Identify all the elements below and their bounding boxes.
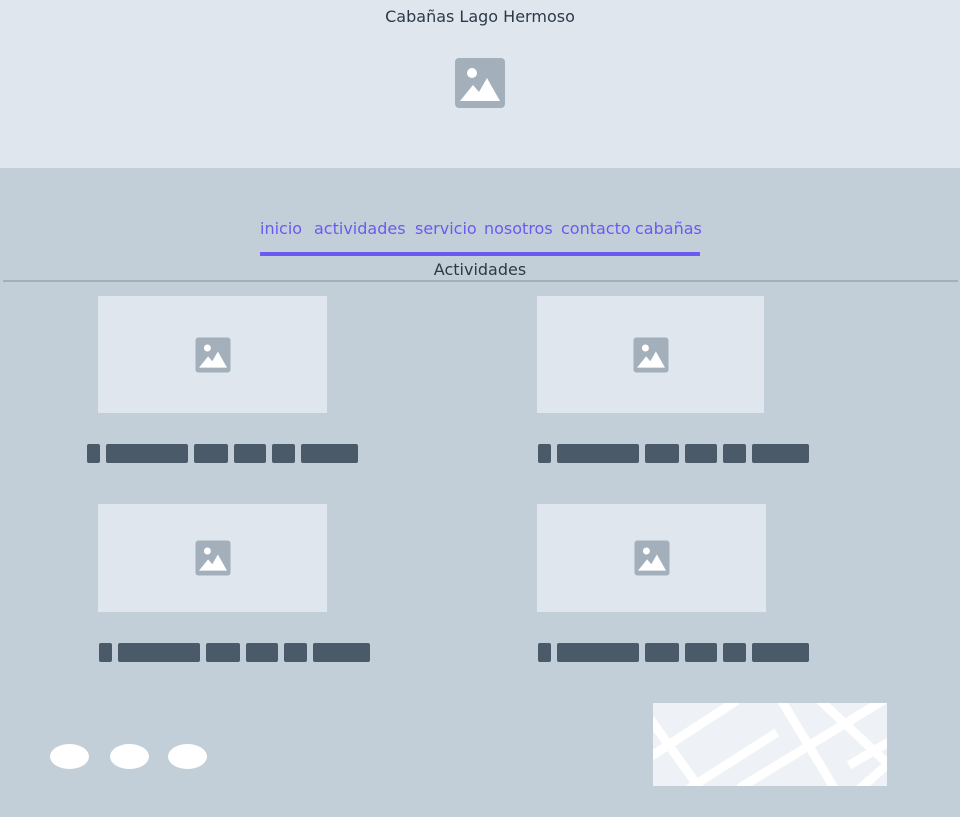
map-placeholder[interactable] xyxy=(653,703,887,786)
image-placeholder-icon xyxy=(633,337,668,372)
activity-card-image[interactable] xyxy=(537,504,766,612)
activity-card-image[interactable] xyxy=(537,296,764,413)
nav-nosotros[interactable]: nosotros xyxy=(484,219,553,238)
activity-card-image[interactable] xyxy=(98,504,327,612)
image-placeholder-icon xyxy=(195,540,230,576)
social-icon[interactable] xyxy=(50,744,89,769)
divider xyxy=(3,280,958,282)
hero-image-icon xyxy=(455,58,505,108)
social-icon[interactable] xyxy=(110,744,149,769)
header: Cabañas Lago Hermoso xyxy=(0,0,960,168)
nav-inicio[interactable]: inicio xyxy=(260,219,302,238)
nav-contacto[interactable]: contacto xyxy=(561,219,631,238)
nav-cabanas[interactable]: cabañas xyxy=(635,219,702,238)
nav-servicio[interactable]: servicio xyxy=(415,219,477,238)
activity-card-image[interactable] xyxy=(98,296,327,413)
site-title: Cabañas Lago Hermoso xyxy=(385,7,575,26)
social-icon[interactable] xyxy=(168,744,207,769)
section-title: Actividades xyxy=(433,260,527,279)
main-nav: inicio actividades servicio nosotros con… xyxy=(260,219,702,256)
image-placeholder-icon xyxy=(195,337,230,372)
nav-actividades[interactable]: actividades xyxy=(314,219,406,238)
image-placeholder-icon xyxy=(634,540,669,576)
